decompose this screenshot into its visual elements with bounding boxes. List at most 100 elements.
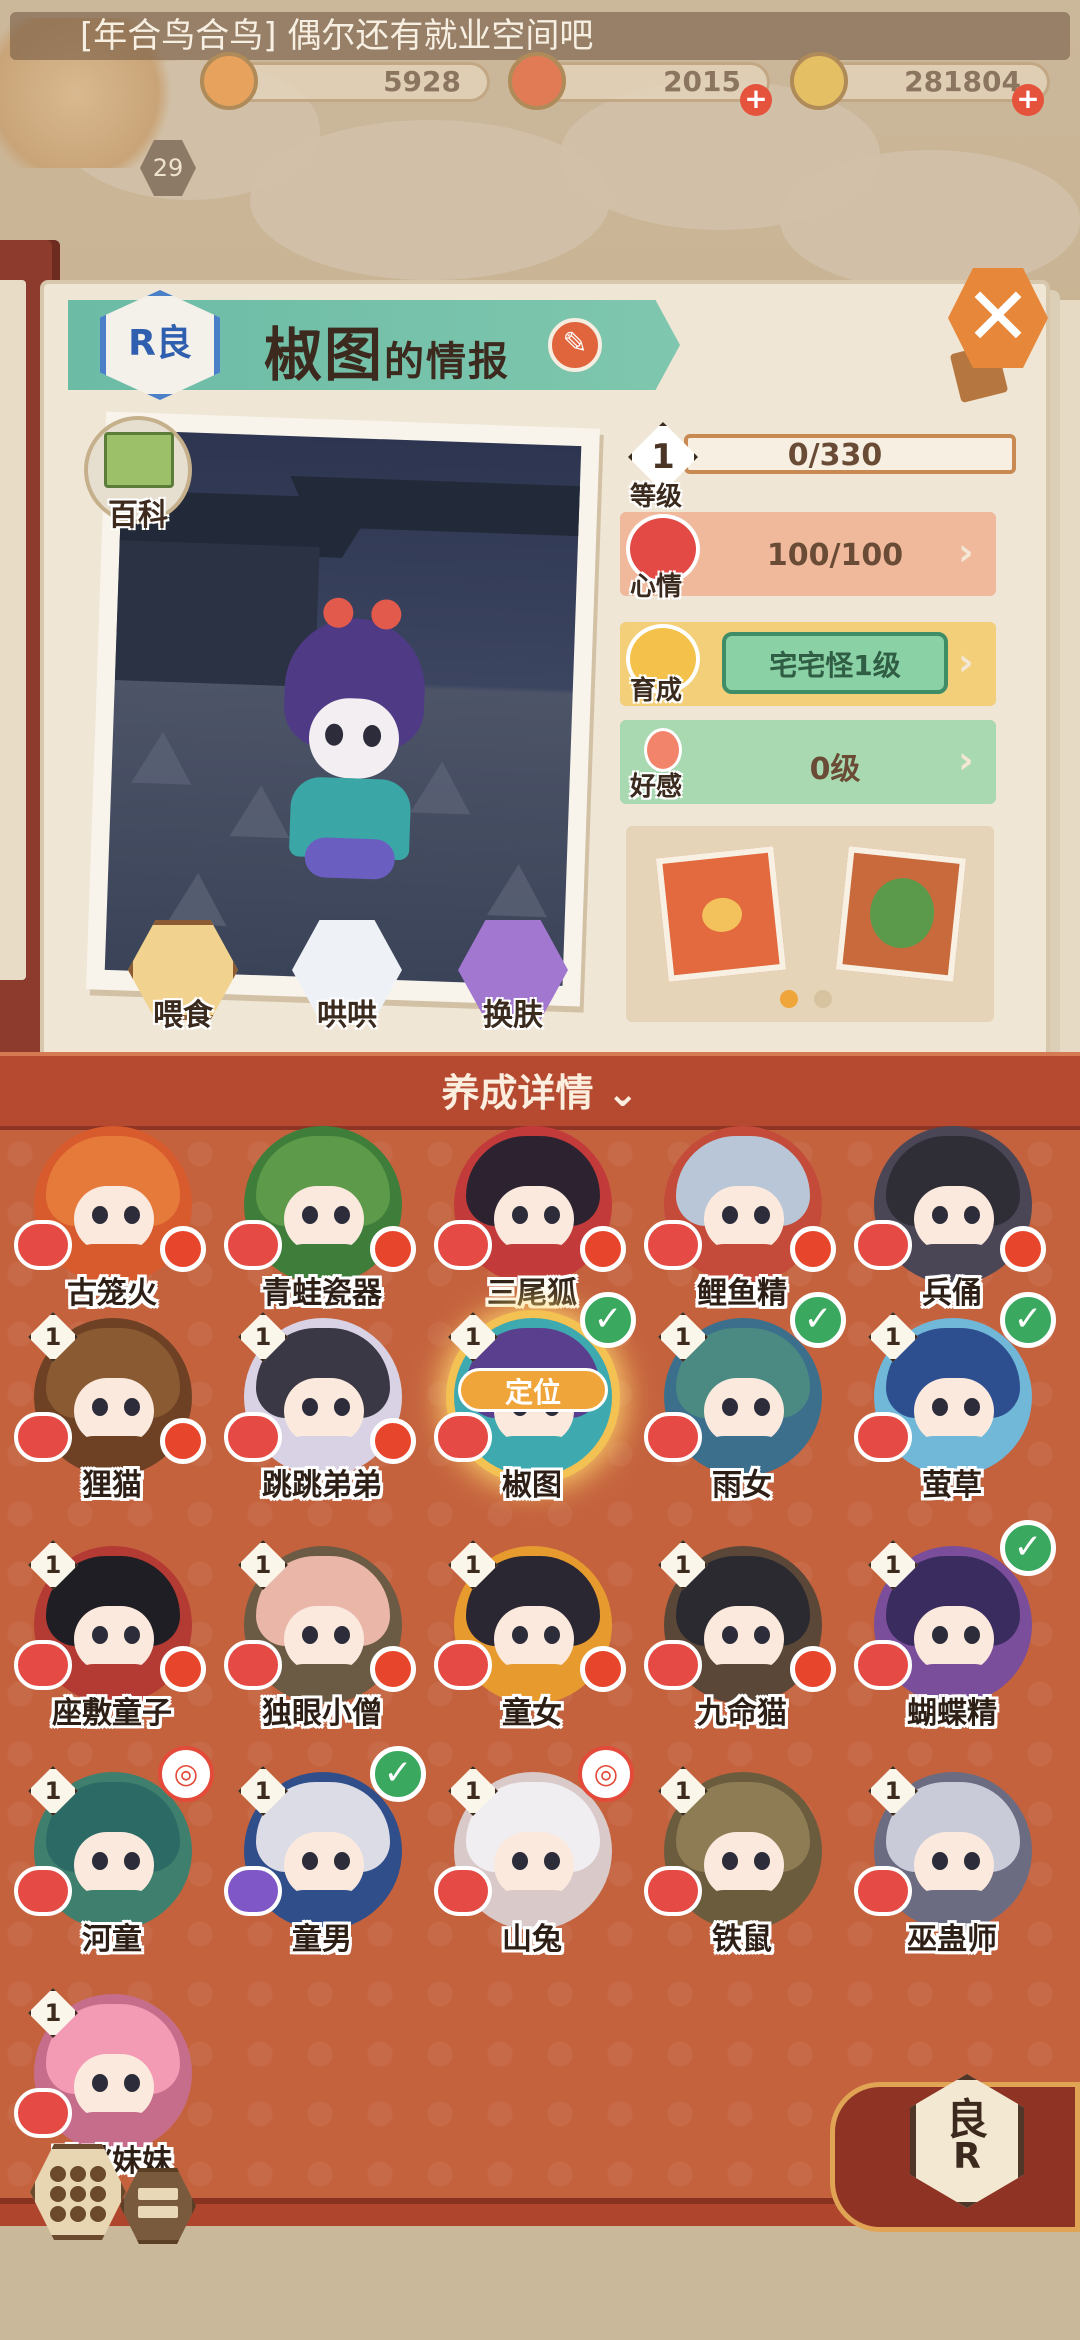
mood-label: 心情 [630, 572, 683, 602]
check-icon: ✓ [580, 1292, 636, 1348]
frog-portrait [866, 874, 938, 952]
roster-tile[interactable]: 1 ✓ 雨女 [644, 1292, 846, 1520]
roster-tile[interactable]: 1 九命猫 [644, 1528, 840, 1748]
heart-icon [14, 1220, 72, 1270]
heart-icon [854, 1412, 912, 1462]
character-name: 雨女 [712, 1468, 772, 1503]
character-name: 九命猫 [697, 1696, 787, 1731]
scroll-icon [508, 52, 566, 110]
character-sprite[interactable] [258, 585, 448, 891]
character-name: 蝴蝶精 [907, 1696, 997, 1731]
title-suffix: 的情报 [384, 339, 511, 385]
top-status-bar: [年合鸟合鸟] 偶尔还有就业空间吧 5928 2015 + 281804 + [0, 0, 1080, 168]
notification-dot [370, 1418, 416, 1464]
roster-tile[interactable]: 1 铁鼠 [644, 1754, 840, 1974]
character-name: 萤草 [922, 1468, 982, 1503]
skin-label: 换肤 [483, 998, 543, 1033]
check-icon: ✓ [370, 1746, 426, 1802]
heart-icon [434, 1866, 492, 1916]
character-name: 山兔 [502, 1922, 562, 1957]
level-value: 0/330 [787, 438, 883, 473]
roster-tile[interactable]: 1 童女 [434, 1528, 630, 1748]
notification-dot [160, 1418, 206, 1464]
coax-button[interactable]: 哄哄 [292, 920, 402, 1033]
notification-dot [580, 1646, 626, 1692]
character-name: 童男 [292, 1922, 352, 1957]
character-name: 椒图 [502, 1468, 562, 1503]
coax-label: 哄哄 [317, 998, 377, 1033]
roster-tile[interactable]: 1 跳跳妹妹 [14, 1976, 210, 2196]
mood-value: 100/100 [766, 538, 904, 573]
notification-dot [790, 1226, 836, 1272]
photo-scene [104, 430, 582, 986]
heart-icon [224, 1866, 282, 1916]
roster-tile[interactable]: 1 巫蛊师 [854, 1754, 1050, 1974]
notification-dot [790, 1646, 836, 1692]
medal-icon: ◎ [578, 1746, 634, 1802]
roster-tile[interactable]: 1 狸猫 [14, 1300, 210, 1520]
heart-icon [224, 1640, 282, 1690]
roster-tile[interactable]: 1 ◎ 河童 [14, 1746, 214, 1974]
page-title: 椒图的情报 [264, 308, 511, 389]
encyclopedia-label: 百科 [108, 498, 168, 533]
roster-tile[interactable]: 1 ✓ 定位 椒图 [434, 1292, 636, 1520]
heart-icon [644, 1640, 702, 1690]
jade-icon [200, 52, 258, 110]
check-icon: ✓ [1000, 1292, 1056, 1348]
heart-icon [644, 1866, 702, 1916]
resource-tickets-value: 2015 [663, 65, 741, 98]
heart-icon [434, 1220, 492, 1270]
edit-name-button[interactable]: ✎ [548, 318, 602, 372]
roster-tile[interactable]: 青蛙瓷器 [224, 1108, 420, 1328]
check-icon: ✓ [790, 1292, 846, 1348]
roster-tile[interactable]: 1 ◎ 山兔 [434, 1746, 634, 1974]
heart-icon [14, 1412, 72, 1462]
heart-icon [854, 1866, 912, 1916]
roster-tile[interactable]: 1 ✓ 蝴蝶精 [854, 1520, 1056, 1748]
pager-dot-active[interactable] [780, 990, 798, 1008]
add-coins-button[interactable]: + [1012, 84, 1044, 116]
skin-button[interactable]: 换肤 [458, 920, 568, 1033]
add-tickets-button[interactable]: + [740, 84, 772, 116]
affection-label: 好感 [630, 772, 683, 802]
notification-dot [370, 1646, 416, 1692]
roster-tile[interactable]: 古笼火 [14, 1108, 210, 1328]
roster-tile[interactable]: 1 跳跳弟弟 [224, 1300, 420, 1520]
feed-label: 喂食 [153, 998, 213, 1033]
character-name: 跳跳弟弟 [262, 1468, 382, 1503]
resource-coins-value: 281804 [904, 65, 1021, 98]
roster-tile[interactable]: 1 ✓ 萤草 [854, 1292, 1056, 1520]
locate-tag: 定位 [458, 1368, 608, 1412]
roster-tile[interactable]: 1 ✓ 童男 [224, 1746, 426, 1974]
resource-stamina-value: 5928 [383, 65, 461, 98]
heart-icon [434, 1640, 492, 1690]
heart-icon [854, 1640, 912, 1690]
notification-dot [160, 1226, 206, 1272]
heart-icon [644, 1412, 702, 1462]
heart-icon [224, 1220, 282, 1270]
heart-icon [14, 2088, 72, 2138]
roster-tile[interactable]: 1 座敷童子 [14, 1528, 210, 1748]
notification-dot [1000, 1226, 1046, 1272]
character-name: 巫蛊师 [907, 1922, 997, 1957]
medal-icon: ◎ [158, 1746, 214, 1802]
book-icon [104, 432, 174, 488]
coin-icon [790, 52, 848, 110]
notification-dot [160, 1646, 206, 1692]
pager-dot[interactable] [814, 990, 832, 1008]
growth-chevron-icon: › [958, 640, 974, 684]
mood-chevron-icon: › [958, 530, 974, 574]
rarity-filter-bottom: R [953, 2136, 981, 2177]
feed-button[interactable]: 喂食 [128, 920, 238, 1033]
gallery-card-locked[interactable] [655, 846, 787, 982]
heart-icon [14, 1866, 72, 1916]
notification-dot [580, 1226, 626, 1272]
heart-icon [14, 1640, 72, 1690]
level-label: 等级 [630, 482, 683, 512]
gallery-card-photo[interactable] [835, 846, 967, 982]
growth-value: 宅宅怪1级 [769, 649, 901, 682]
affection-value: 0级 [809, 752, 861, 787]
check-icon: ✓ [1000, 1520, 1056, 1576]
roster-tile[interactable]: 1 独眼小僧 [224, 1528, 420, 1748]
character-name: 座敷童子 [52, 1696, 172, 1731]
